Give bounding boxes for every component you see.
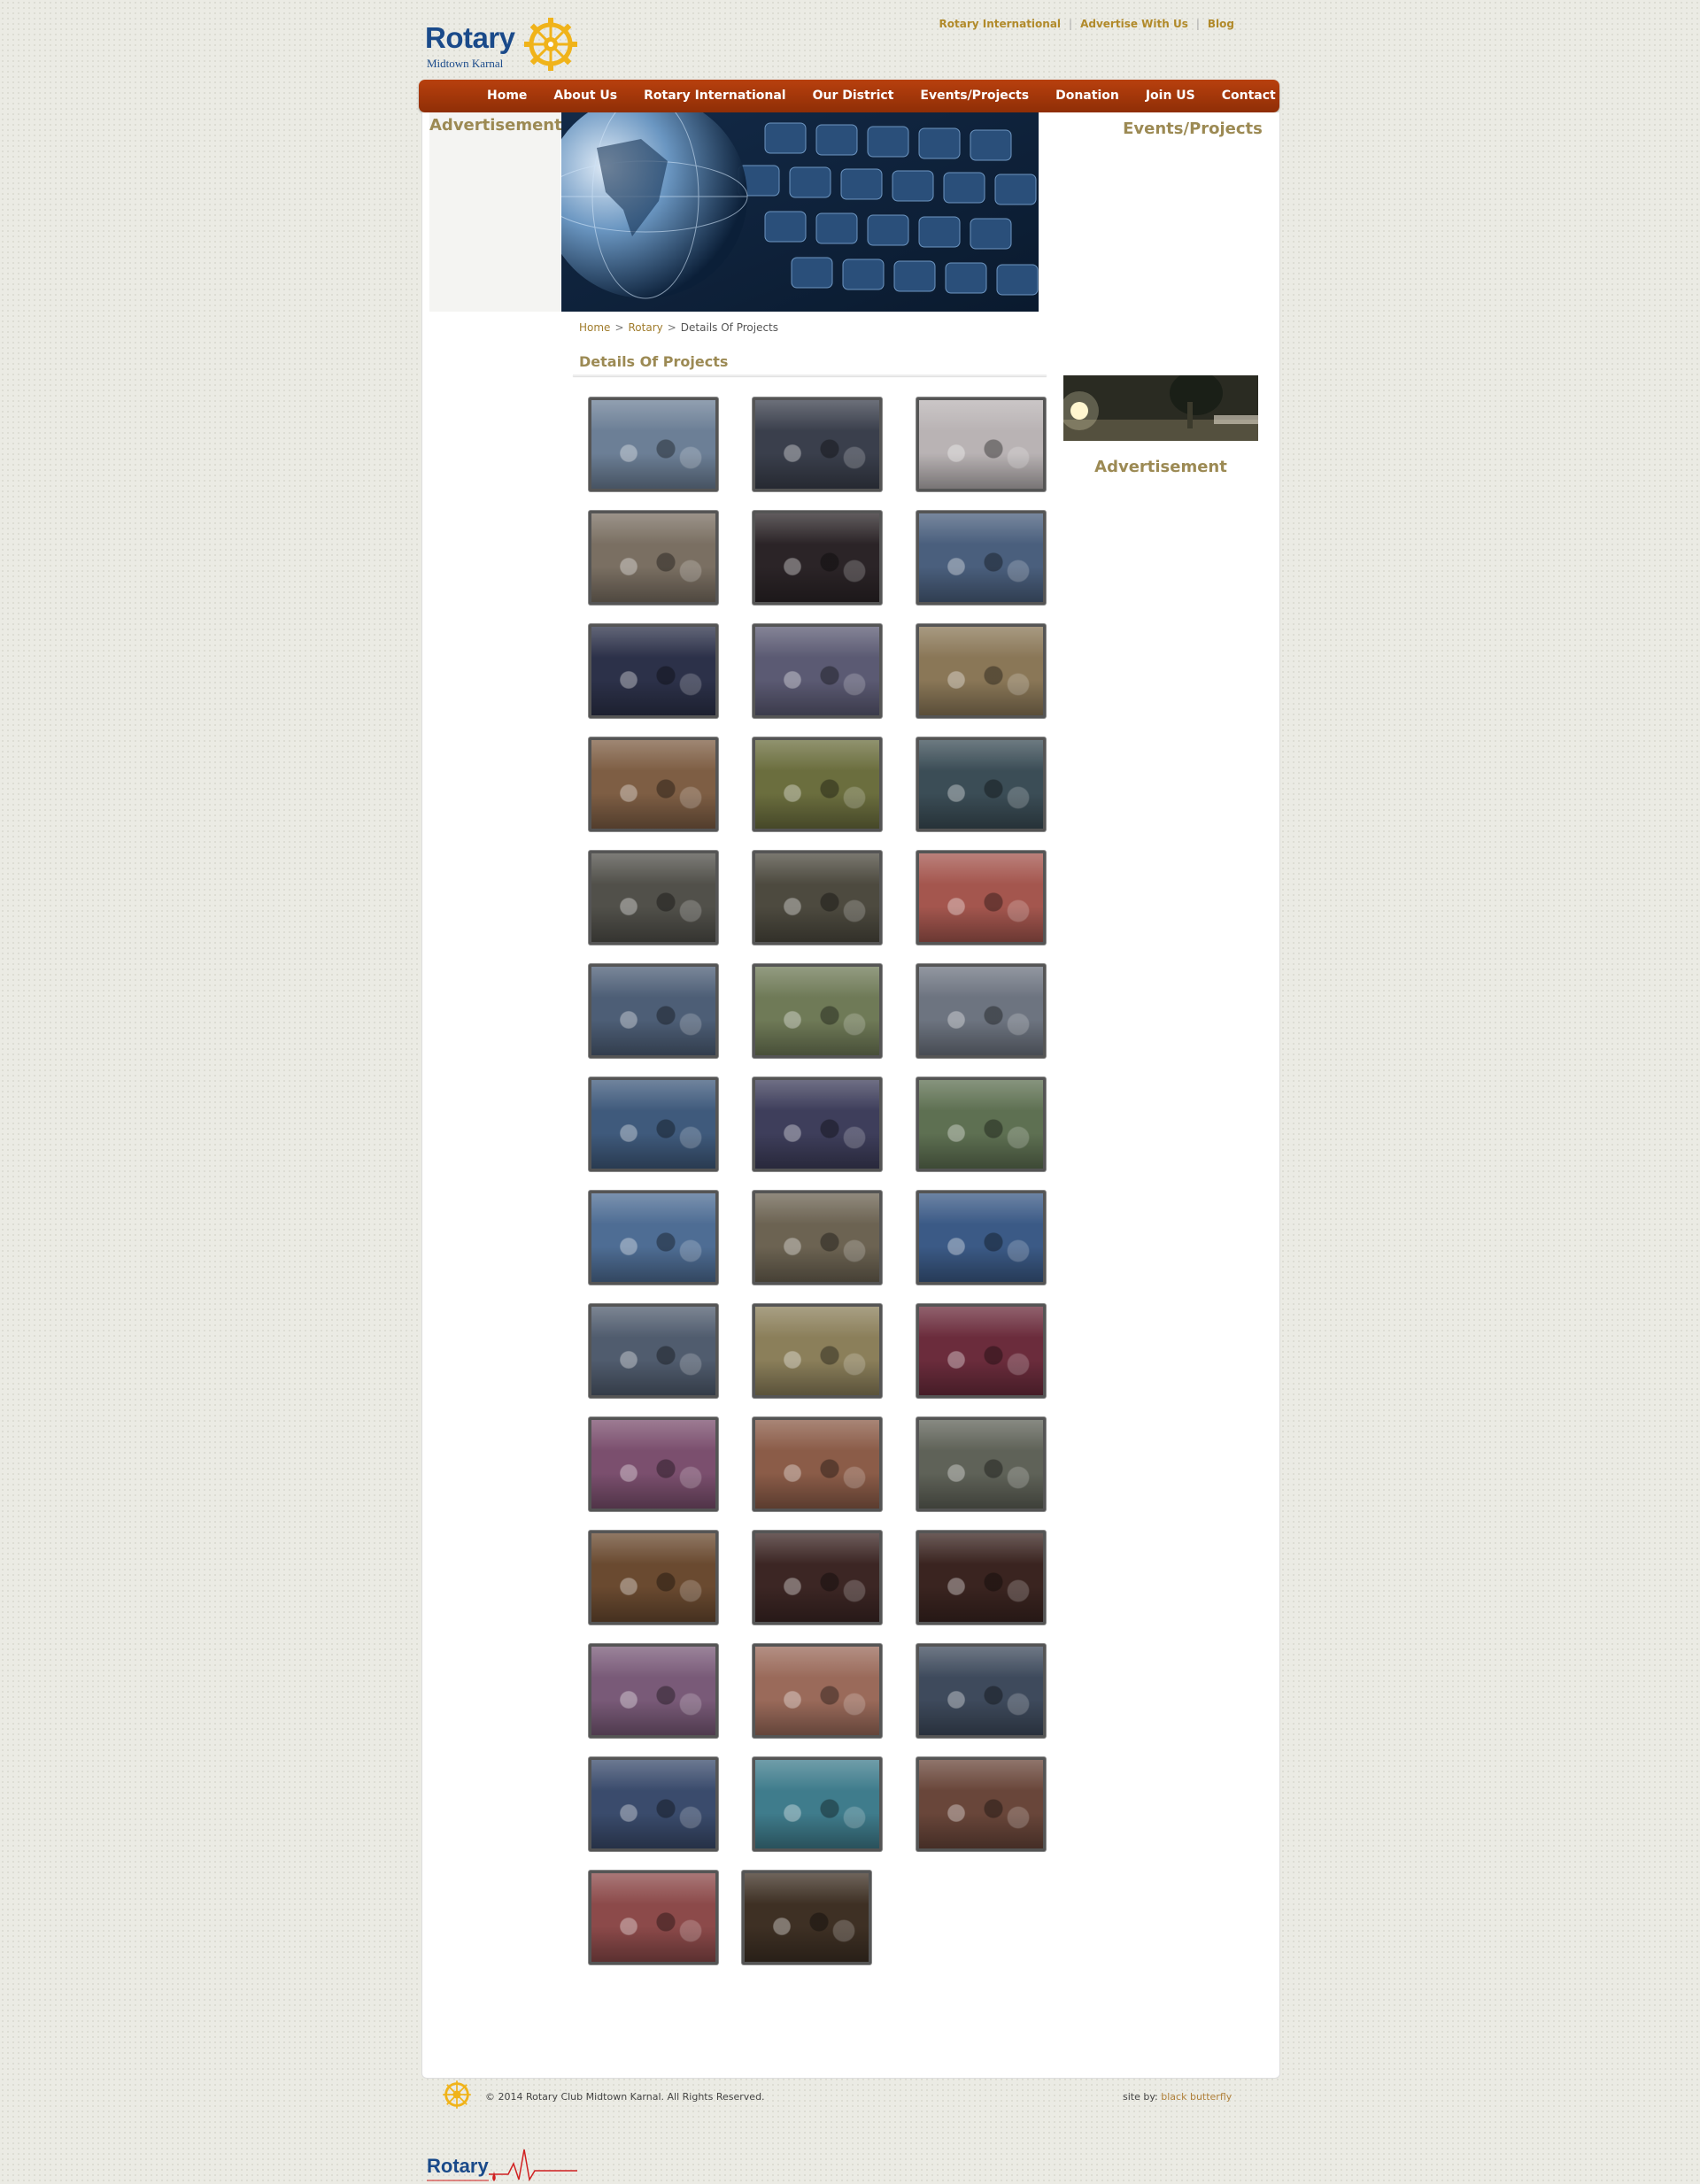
- project-thumbnail[interactable]: [753, 1304, 882, 1398]
- breadcrumb-separator: >: [614, 321, 624, 334]
- project-thumbnail[interactable]: [589, 1871, 718, 1964]
- project-thumbnail[interactable]: [589, 1077, 718, 1171]
- top-links: Rotary International | Advertise With Us | B…: [939, 18, 1234, 30]
- project-thumbnail[interactable]: [589, 624, 718, 718]
- breadcrumb-rotary[interactable]: Rotary: [629, 321, 663, 334]
- toplink-rotary-international[interactable]: Rotary International: [939, 18, 1062, 30]
- header-banner-image: [561, 112, 1039, 312]
- right-advertisement: Advertisement: [1063, 458, 1258, 476]
- site-logo[interactable]: Rotary Midtown Karnal: [425, 16, 577, 71]
- event-night-image: [1063, 375, 1258, 441]
- credit-prefix: site by:: [1123, 2091, 1158, 2103]
- breadcrumb-separator: >: [667, 321, 676, 334]
- project-thumbnail[interactable]: [589, 964, 718, 1058]
- project-thumbnail[interactable]: [753, 737, 882, 831]
- separator: |: [1195, 18, 1200, 30]
- nav-join-us[interactable]: Join US: [1132, 80, 1209, 112]
- project-thumbnail[interactable]: [916, 1417, 1046, 1511]
- site-credit: site by: black butterfly: [1123, 2091, 1232, 2103]
- heartbeat-icon: [427, 2149, 577, 2182]
- page-wrapper: Rotary Midtown Karnal Rotary Internation…: [419, 0, 1280, 2182]
- project-thumbnail[interactable]: [916, 737, 1046, 831]
- left-advertisement: Advertisement: [429, 112, 562, 312]
- project-thumbnail[interactable]: [916, 624, 1046, 718]
- footer-rotary-wheel-icon: [443, 2080, 471, 2109]
- project-thumbnail[interactable]: [916, 1191, 1046, 1285]
- nav-about-us[interactable]: About Us: [540, 80, 630, 112]
- project-thumbnail[interactable]: [753, 1644, 882, 1738]
- project-thumbnail[interactable]: [916, 1644, 1046, 1738]
- copyright-text: © 2014 Rotary Club Midtown Karnal. All R…: [485, 2091, 765, 2103]
- main-nav: Home About Us Rotary International Our D…: [419, 80, 1279, 112]
- nav-contact[interactable]: Contact: [1209, 80, 1289, 112]
- credit-link[interactable]: black butterfly: [1161, 2091, 1232, 2103]
- events-projects-box: Events/Projects: [1095, 120, 1290, 138]
- project-thumbnail[interactable]: [753, 624, 882, 718]
- project-thumbnail[interactable]: [916, 511, 1046, 605]
- project-thumbnail[interactable]: [589, 851, 718, 945]
- separator: |: [1069, 18, 1073, 30]
- left-ad-title: Advertisement: [429, 116, 562, 135]
- project-thumbnail[interactable]: [916, 1304, 1046, 1398]
- logo-wordmark: Rotary: [425, 21, 515, 54]
- project-thumbnail[interactable]: [753, 1077, 882, 1171]
- nav-events-projects[interactable]: Events/Projects: [907, 80, 1042, 112]
- project-thumbnail[interactable]: [753, 1417, 882, 1511]
- breadcrumb-home[interactable]: Home: [579, 321, 610, 334]
- globe-keyboard-image: [561, 112, 1039, 312]
- rotary-wheel-icon: [524, 18, 577, 71]
- nav-rotary-international[interactable]: Rotary International: [630, 80, 799, 112]
- project-thumbnail[interactable]: [742, 1871, 871, 1964]
- project-thumbnail[interactable]: [916, 1757, 1046, 1851]
- project-thumbnail[interactable]: [916, 1531, 1046, 1624]
- project-thumbnail[interactable]: [589, 1531, 718, 1624]
- project-thumbnail[interactable]: [589, 1191, 718, 1285]
- event-photo[interactable]: [1063, 375, 1258, 441]
- project-thumbnail[interactable]: [916, 851, 1046, 945]
- project-thumbnail[interactable]: [589, 1644, 718, 1738]
- project-thumbnail[interactable]: [589, 511, 718, 605]
- toplink-advertise[interactable]: Advertise With Us: [1080, 18, 1188, 30]
- content-panel: Advertisement Events/Projects Advertisem…: [421, 112, 1280, 2182]
- title-divider: [573, 374, 1047, 376]
- nav-donation[interactable]: Donation: [1042, 80, 1132, 112]
- toplink-blog[interactable]: Blog: [1208, 18, 1234, 30]
- project-thumbnail[interactable]: [753, 1191, 882, 1285]
- project-thumbnail[interactable]: [753, 397, 882, 491]
- events-title: Events/Projects: [1123, 120, 1263, 138]
- project-thumbnail[interactable]: [916, 964, 1046, 1058]
- breadcrumb: Home > Rotary > Details Of Projects: [579, 321, 778, 334]
- project-thumbnail[interactable]: [589, 1417, 718, 1511]
- breadcrumb-current: Details Of Projects: [680, 321, 779, 334]
- project-thumbnail[interactable]: [753, 964, 882, 1058]
- project-thumbnail[interactable]: [589, 397, 718, 491]
- nav-home[interactable]: Home: [474, 80, 540, 112]
- nav-our-district[interactable]: Our District: [800, 80, 908, 112]
- project-thumbnail[interactable]: [589, 1304, 718, 1398]
- logo-subtitle: Midtown Karnal: [427, 57, 504, 70]
- footer-logo: Rotary: [427, 2144, 577, 2184]
- project-thumbnail[interactable]: [753, 511, 882, 605]
- project-thumbnail[interactable]: [753, 1757, 882, 1851]
- project-thumbnail[interactable]: [753, 1531, 882, 1624]
- project-thumbnail[interactable]: [589, 1757, 718, 1851]
- project-thumbnail[interactable]: [753, 851, 882, 945]
- project-thumbnail[interactable]: [916, 397, 1046, 491]
- page-title: Details Of Projects: [579, 353, 729, 370]
- project-thumbnail[interactable]: [589, 737, 718, 831]
- project-thumbnail[interactable]: [916, 1077, 1046, 1171]
- right-ad-title: Advertisement: [1094, 458, 1227, 476]
